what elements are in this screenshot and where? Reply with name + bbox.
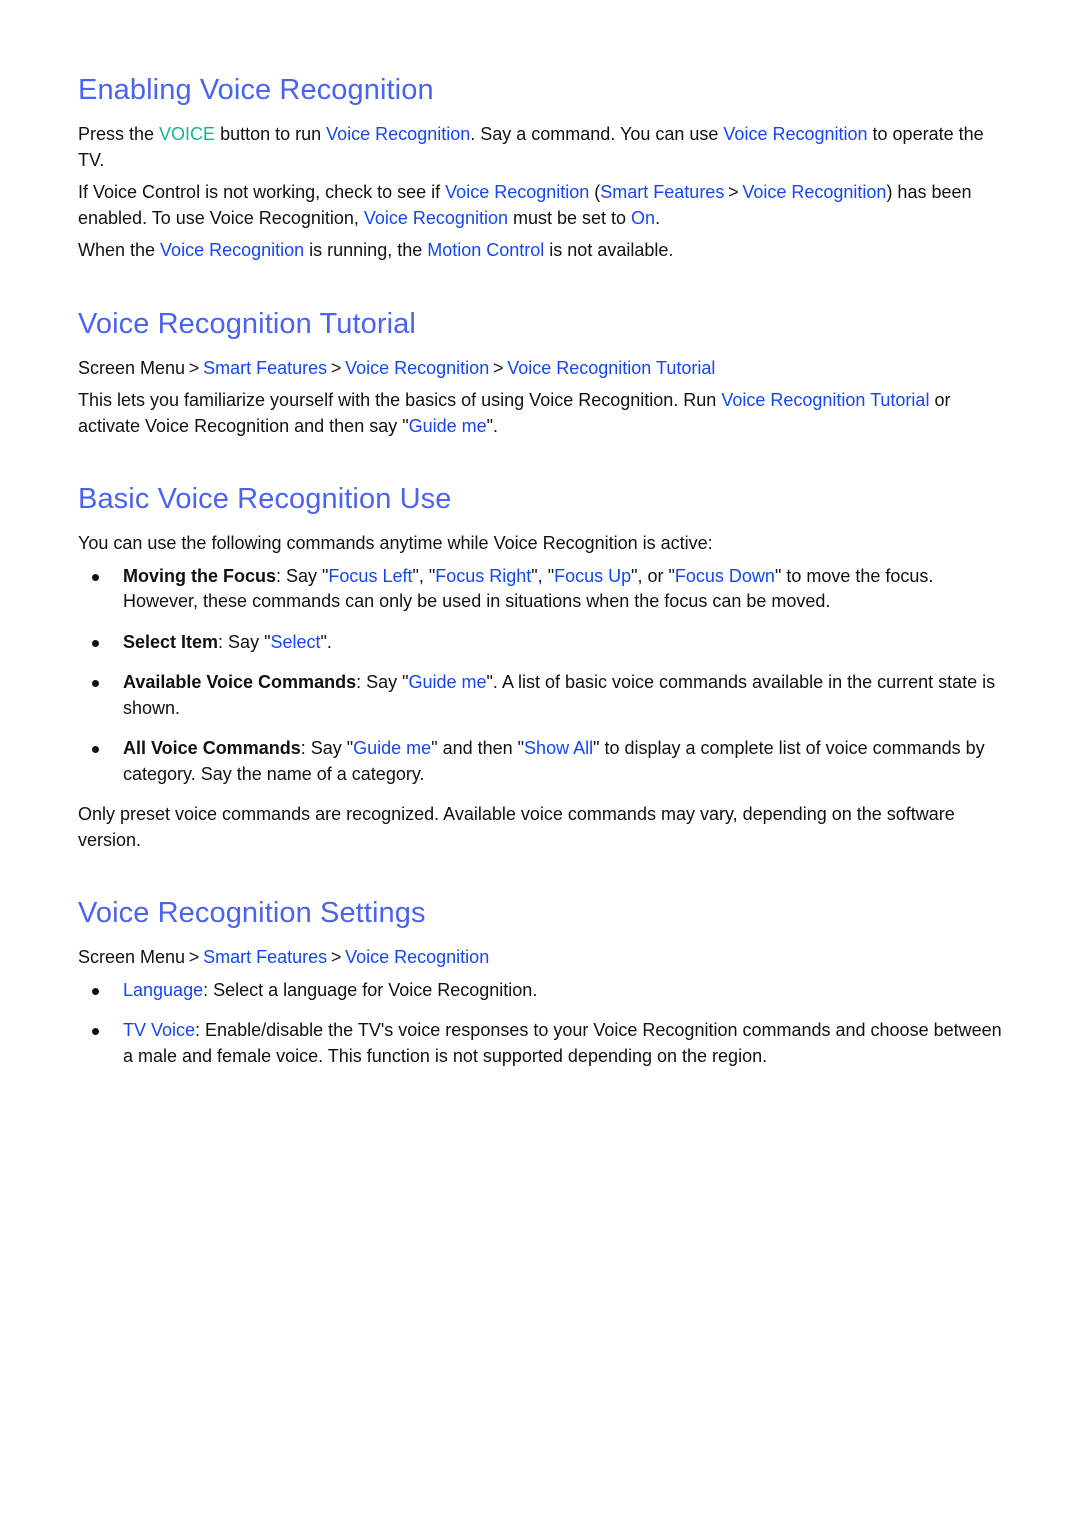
list-item: Select Item: Say "Select". xyxy=(78,630,1008,656)
manual-page: Enabling Voice Recognition Press the VOI… xyxy=(78,70,1008,1084)
setting-language[interactable]: Language xyxy=(123,980,203,1000)
command-guide-me[interactable]: Guide me xyxy=(409,672,487,692)
chevron-right-icon: > xyxy=(330,357,342,378)
text: . Say a command. You can use xyxy=(470,124,724,144)
text: ". xyxy=(320,631,332,652)
chevron-right-icon: > xyxy=(330,947,342,967)
command-show-all[interactable]: Show All xyxy=(524,738,593,758)
link-on[interactable]: On xyxy=(631,208,655,228)
text: is not available. xyxy=(544,240,674,260)
link-smart-features[interactable]: Smart Features xyxy=(600,182,724,202)
bullet-icon xyxy=(92,639,99,647)
text: When the xyxy=(78,240,161,260)
item-label: Select Item xyxy=(123,631,219,652)
text: : Say " xyxy=(356,672,409,692)
text: button to run xyxy=(215,124,327,144)
breadcrumb: Screen Menu > Smart Features > Voice Recogni… xyxy=(78,945,1008,971)
intro-text: You can use the following commands anyti… xyxy=(78,533,713,553)
text: If Voice Control is not working, check t… xyxy=(78,182,446,202)
text: . xyxy=(655,207,661,228)
text: : Say " xyxy=(276,565,329,586)
text: : Say " xyxy=(300,738,354,758)
text: This lets you familiarize yourself with … xyxy=(78,390,722,410)
command-focus-right[interactable]: Focus Right xyxy=(435,566,531,586)
command-focus-up[interactable]: Focus Up xyxy=(554,566,631,586)
command-guide-me[interactable]: Guide me xyxy=(409,416,487,436)
breadcrumb-item-smart-features[interactable]: Smart Features xyxy=(203,358,327,378)
section-title: Basic Voice Recognition Use xyxy=(78,483,452,515)
breadcrumb-item-voice-recognition-tutorial[interactable]: Voice Recognition Tutorial xyxy=(507,358,715,378)
section-voice-recognition-tutorial: Voice Recognition Tutorial Screen Menu > S… xyxy=(78,304,1008,440)
chevron-right-icon: > xyxy=(728,182,739,202)
breadcrumb-root: Screen Menu xyxy=(78,947,186,967)
settings-list: Language: Select a language for Voice Re… xyxy=(78,978,1008,1070)
bullet-icon xyxy=(92,573,99,581)
item-label: Moving the Focus xyxy=(123,565,276,586)
breadcrumb-root: Screen Menu xyxy=(78,357,186,378)
text: : Enable/disable the TV's voice response… xyxy=(123,1020,1002,1066)
chevron-right-icon: > xyxy=(188,357,200,378)
link-voice-recognition[interactable]: Voice Recognition xyxy=(364,208,508,228)
text: ", or " xyxy=(631,565,675,586)
bullet-icon xyxy=(92,1028,99,1035)
item-label: Available Voice Commands xyxy=(123,672,357,692)
text: : Say " xyxy=(218,631,271,652)
section-title: Voice Recognition Settings xyxy=(78,897,426,929)
link-voice-recognition[interactable]: Voice Recognition xyxy=(326,124,470,144)
chevron-right-icon: > xyxy=(492,357,504,378)
breadcrumb-item-smart-features[interactable]: Smart Features xyxy=(203,947,327,967)
text: is running, the xyxy=(304,240,428,260)
text: Press the xyxy=(78,124,160,144)
section-basic-voice-recognition-use: Basic Voice Recognition Use You can use … xyxy=(78,479,1008,853)
bullet-icon xyxy=(92,746,99,753)
text: : Select a language for Voice Recognitio… xyxy=(203,979,538,1000)
setting-tv-voice[interactable]: TV Voice xyxy=(123,1020,195,1040)
voice-key-label: VOICE xyxy=(159,124,216,144)
chevron-right-icon: > xyxy=(188,947,200,967)
command-list: Moving the Focus: Say "Focus Left", "Foc… xyxy=(78,564,1008,788)
bullet-icon xyxy=(92,987,99,995)
link-voice-recognition-tutorial[interactable]: Voice Recognition Tutorial xyxy=(721,390,929,410)
section-title: Voice Recognition Tutorial xyxy=(78,307,416,340)
command-focus-down[interactable]: Focus Down xyxy=(675,566,775,586)
list-item: Moving the Focus: Say "Focus Left", "Foc… xyxy=(78,564,1008,615)
text: ", " xyxy=(531,565,555,586)
link-voice-recognition[interactable]: Voice Recognition xyxy=(723,124,867,144)
link-voice-recognition[interactable]: Voice Recognition xyxy=(445,182,589,202)
text: ( xyxy=(589,182,601,202)
section-enabling-voice-recognition: Enabling Voice Recognition Press the VOI… xyxy=(78,70,1008,264)
list-item: All Voice Commands: Say "Guide me" and t… xyxy=(78,736,1008,787)
text: must be set to xyxy=(507,207,632,228)
breadcrumb: Screen Menu > Smart Features > Voice Recogni… xyxy=(78,356,1008,382)
link-voice-recognition[interactable]: Voice Recognition xyxy=(160,240,304,260)
text: ". xyxy=(486,415,499,436)
bullet-icon xyxy=(92,680,99,687)
command-focus-left[interactable]: Focus Left xyxy=(328,566,412,586)
paragraph: If Voice Control is not working, check t… xyxy=(78,180,1008,231)
list-item: TV Voice: Enable/disable the TV's voice … xyxy=(78,1018,1008,1069)
list-item: Language: Select a language for Voice Re… xyxy=(78,978,1008,1004)
breadcrumb-item-voice-recognition[interactable]: Voice Recognition xyxy=(345,947,489,967)
command-guide-me[interactable]: Guide me xyxy=(353,738,431,758)
paragraph: Press the VOICE button to run Voice Reco… xyxy=(78,122,1008,173)
section-title: Enabling Voice Recognition xyxy=(78,74,434,106)
link-voice-recognition[interactable]: Voice Recognition xyxy=(742,182,886,202)
text: " and then " xyxy=(431,738,525,758)
paragraph: This lets you familiarize yourself with … xyxy=(78,388,1008,439)
text: ", " xyxy=(412,565,436,586)
note-text: Only preset voice commands are recognize… xyxy=(78,804,955,850)
paragraph: When the Voice Recognition is running, t… xyxy=(78,238,1008,264)
item-label: All Voice Commands xyxy=(123,738,301,758)
command-select[interactable]: Select xyxy=(270,632,320,652)
link-motion-control[interactable]: Motion Control xyxy=(427,240,544,260)
breadcrumb-item-voice-recognition[interactable]: Voice Recognition xyxy=(345,358,489,378)
section-voice-recognition-settings: Voice Recognition Settings Screen Menu > S… xyxy=(78,893,1008,1069)
list-item: Available Voice Commands: Say "Guide me"… xyxy=(78,670,1008,721)
